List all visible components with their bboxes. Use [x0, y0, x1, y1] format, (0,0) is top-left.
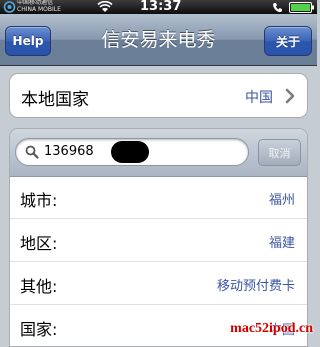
china-mobile-logo-icon — [3, 1, 16, 13]
carrier-name-en: CHINA MOBILE — [17, 5, 61, 13]
local-country-value: 中国 — [245, 90, 273, 106]
result-row-other: 其他: 移动预付费卡 — [10, 262, 307, 305]
result-label: 国家: — [20, 320, 58, 339]
battery-icon — [289, 1, 314, 13]
wifi-icon — [97, 1, 113, 12]
watermark: mac52ipod.cn — [230, 321, 313, 336]
search-icon — [25, 145, 39, 159]
navigation-bar: Help 信安易来电秀 关于 — [0, 14, 317, 66]
result-label: 地区: — [20, 234, 58, 253]
result-row-region: 地区: 福建 — [10, 219, 307, 262]
local-country-cell[interactable]: 本地国家 中国 — [9, 73, 308, 118]
chevron-right-icon — [285, 88, 295, 104]
phone-icon — [273, 2, 282, 12]
search-input[interactable]: 136968 — [15, 138, 249, 166]
help-button[interactable]: Help — [5, 26, 51, 56]
result-value: 福建 — [268, 236, 295, 251]
cancel-button[interactable]: 取消 — [258, 139, 301, 166]
local-country-label: 本地国家 — [21, 90, 89, 110]
search-bar: 136968 取消 — [10, 129, 307, 177]
status-clock: 13:37 — [140, 0, 182, 14]
result-label: 其他: — [20, 277, 58, 296]
result-value: 移动预付费卡 — [216, 279, 295, 294]
page-title: 信安易来电秀 — [101, 29, 216, 51]
result-label: 城市: — [20, 191, 58, 210]
result-value: 福州 — [268, 193, 295, 208]
result-row-city: 城市: 福州 — [10, 176, 307, 219]
lookup-panel: 136968 取消 城市: 福州 地区: 福建 其他: 移动预付费卡 国家: 中… — [9, 128, 308, 347]
status-bar: 中国移动通信 CHINA MOBILE 13:37 — [0, 0, 317, 14]
carrier-name: 中国移动通信 CHINA MOBILE — [17, 0, 61, 13]
search-input-value: 136968 — [44, 144, 94, 159]
about-button[interactable]: 关于 — [264, 26, 312, 56]
redaction-mark — [111, 141, 149, 163]
